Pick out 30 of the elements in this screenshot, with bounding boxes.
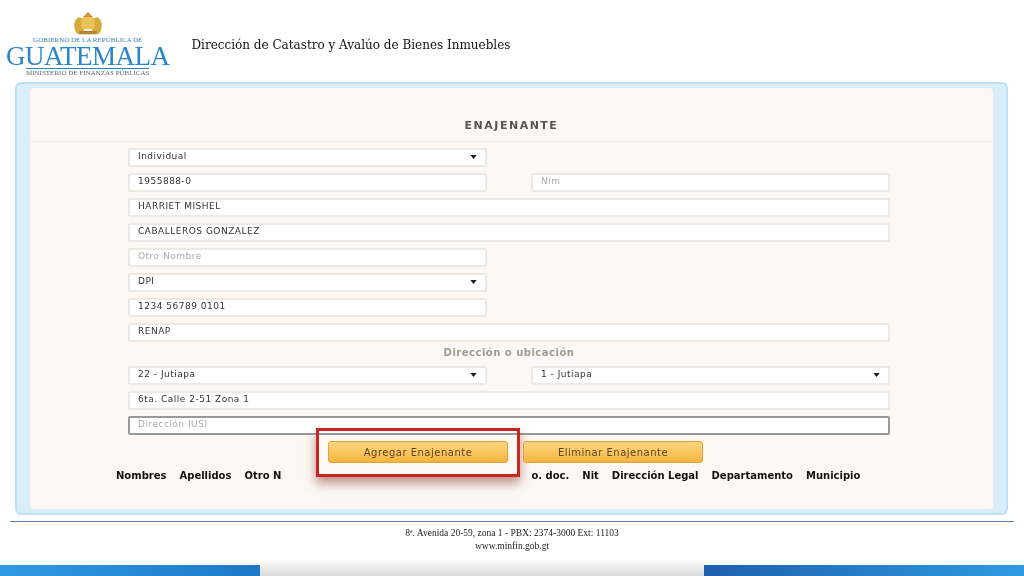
dropdown[interactable]: 1 - Jutiapa (531, 365, 890, 385)
logo-wordmark: GUATEMALA (6, 44, 170, 68)
action-button[interactable]: Agregar Enajenante (328, 441, 508, 463)
input-field[interactable]: RENAP (128, 322, 890, 342)
dropdown[interactable]: DPI (128, 272, 487, 292)
dropdown-caret-icon (470, 280, 477, 284)
column-header: Municipio (805, 469, 861, 483)
input-field[interactable]: 1955888-0 (128, 172, 487, 192)
column-header: Dirección Legal (611, 469, 699, 483)
column-header: o. doc. (531, 469, 570, 483)
input-field[interactable]: 1234 56789 0101 (128, 297, 487, 317)
input-field[interactable]: CABALLEROS GONZALEZ (128, 222, 890, 242)
form-title: ENAJENANTE (30, 118, 993, 142)
column-header: Nombres (116, 469, 167, 483)
footer-website: www.minfin.gob.gt (473, 540, 551, 553)
page-title: Dirección de Catastro y Avalúo de Bienes Inmuebles (191, 37, 511, 54)
input-field[interactable]: HARRIET MISHEL (128, 197, 890, 217)
dropdown-caret-icon (470, 155, 477, 159)
dropdown[interactable]: 22 - Jutiapa (128, 365, 487, 385)
column-header: Nit (582, 469, 599, 483)
dropdown-caret-icon (873, 373, 880, 377)
dropdown-caret-icon (470, 373, 477, 377)
action-button[interactable]: Eliminar Enajenante (523, 441, 703, 463)
column-header: Otro N (244, 469, 282, 483)
dropdown[interactable]: Individual (128, 147, 487, 167)
column-header: Apellidos (179, 469, 232, 483)
input-field[interactable]: 6ta. Calle 2-51 Zona 1 (128, 390, 890, 410)
column-header: Departamento (711, 469, 793, 483)
section-heading: Dirección o ubicación (442, 345, 576, 360)
footer-address: 8ª. Avenida 20-59, zona 1 - PBX: 2374-3000 Ext: 11103 (404, 527, 620, 540)
